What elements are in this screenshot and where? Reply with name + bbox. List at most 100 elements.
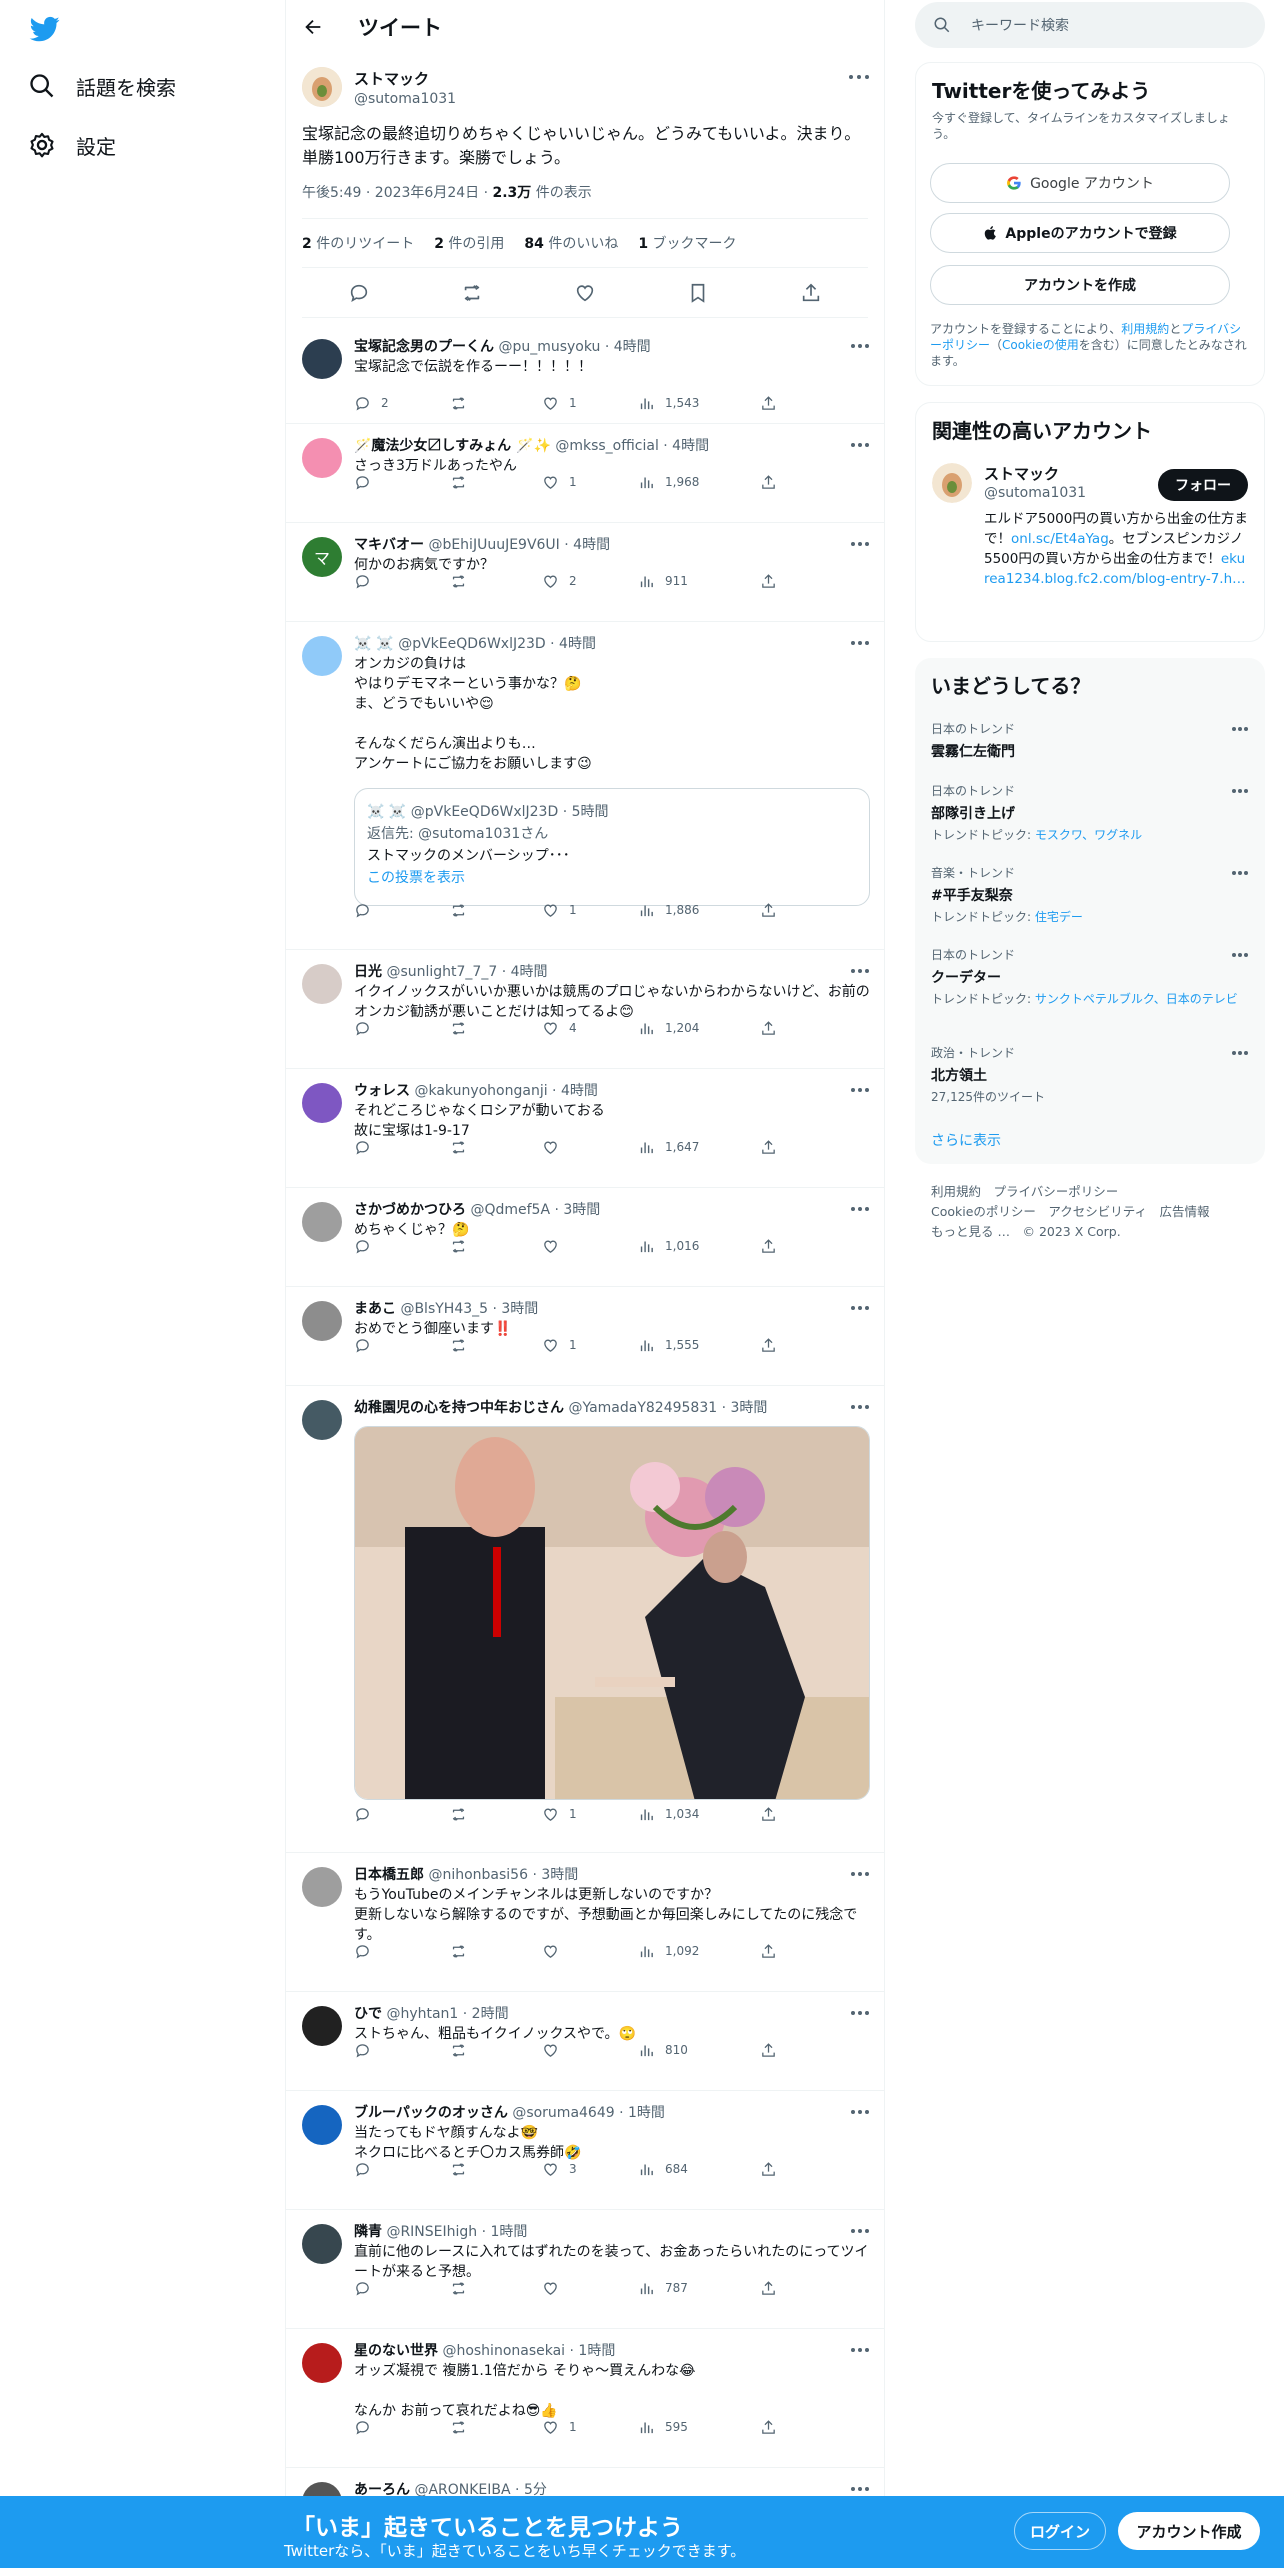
avatar[interactable] (302, 964, 342, 1004)
more-icon[interactable] (850, 1206, 870, 1212)
reply-author-name[interactable]: 日光 (354, 964, 382, 980)
reply-tweet[interactable]: 隣青 @RINSEIhigh · 1時間 直前に他のレースに入れてはずれたのを装っ… (286, 2210, 884, 2329)
share-action[interactable] (760, 1018, 787, 1038)
reply-author-handle[interactable]: @pVkEeQD6WxlJ23D · 4時間 (398, 636, 596, 652)
trend-item[interactable]: 日本のトレンド クーデター トレンドトピック: サンクトペテルブルク、日本のテレビ (931, 946, 1249, 1007)
more-icon[interactable] (850, 541, 870, 547)
views-action[interactable]: 911 (638, 571, 688, 591)
like-action[interactable] (542, 1137, 569, 1157)
search-bar[interactable]: キーワード検索 (915, 2, 1265, 48)
retweet-action[interactable] (450, 2417, 477, 2437)
views-action[interactable]: 1,034 (638, 1804, 699, 1824)
poll-link[interactable]: この投票を表示 (367, 867, 857, 889)
like-action[interactable]: 1 (542, 900, 577, 920)
reply-author-name[interactable]: 宝塚記念男のプーくん (354, 339, 494, 355)
reply-action[interactable] (354, 2417, 381, 2437)
tweet-time[interactable]: 午後5:49 · 2023年6月24日 · (302, 185, 493, 201)
reply-tweet[interactable]: ブルーパックのオッさん @soruma4649 · 1時間 当たってもドヤ顔すんな… (286, 2091, 884, 2210)
more-icon[interactable] (850, 968, 870, 974)
reply-tweet[interactable]: ☠️ ☠️ @pVkEeQD6WxlJ23D · 4時間 オンカジの負けは やはり… (286, 622, 884, 950)
terms-link[interactable]: 利用規約 (1121, 322, 1169, 336)
reply-author-name[interactable]: 日本橋五郎 (354, 1867, 424, 1883)
reply-tweet[interactable]: 日光 @sunlight7_7_7 · 4時間 イクイノックスがいいか悪いかは競馬… (286, 950, 884, 1069)
more-icon[interactable] (1231, 870, 1249, 876)
avatar[interactable] (302, 1083, 342, 1123)
reply-author-handle[interactable]: @YamadaY82495831 · 3時間 (568, 1400, 767, 1416)
share-action[interactable] (760, 472, 787, 492)
more-icon[interactable] (1231, 788, 1249, 794)
share-action[interactable] (760, 2278, 787, 2298)
share-action[interactable] (760, 571, 787, 591)
follow-button[interactable]: フォロー (1158, 469, 1248, 501)
like-action[interactable]: 2 (542, 571, 577, 591)
bookmark-icon[interactable] (687, 282, 709, 304)
avatar[interactable] (302, 2343, 342, 2383)
reply-icon[interactable] (348, 282, 370, 304)
reply-author-handle[interactable]: @BlsYH43_5 · 3時間 (400, 1301, 538, 1317)
more-icon[interactable] (850, 1305, 870, 1311)
reply-action[interactable] (354, 571, 381, 591)
more-icon[interactable] (850, 1871, 870, 1877)
share-action[interactable] (760, 1941, 787, 1961)
google-signup-button[interactable]: Google アカウント (930, 163, 1230, 203)
reply-author-handle[interactable]: @pu_musyoku · 4時間 (498, 339, 650, 355)
reply-author-name[interactable]: ブルーパックのオッさん (354, 2105, 508, 2121)
like-action[interactable]: 1 (542, 2417, 577, 2437)
reply-action[interactable] (354, 2159, 381, 2179)
reply-author-handle[interactable]: @Qdmef5A · 3時間 (470, 1202, 600, 1218)
views-action[interactable]: 1,968 (638, 472, 699, 492)
reply-author-name[interactable]: ウォレス (354, 1083, 410, 1099)
avatar[interactable] (302, 2224, 342, 2264)
retweet-action[interactable] (450, 1137, 477, 1157)
related-name[interactable]: ストマック (984, 463, 1059, 484)
author-name[interactable]: ストマック (354, 68, 456, 89)
more-icon[interactable] (850, 2228, 870, 2234)
show-more-link[interactable]: さらに表示 (931, 1130, 1001, 1150)
create-account-button[interactable]: アカウントを作成 (930, 265, 1230, 305)
reply-author-name[interactable]: さかづめかつひろ (354, 1202, 466, 1218)
reply-tweet[interactable]: 幼稚園児の心を持つ中年おじさん @YamadaY82495831 · 3時間 1 1… (286, 1386, 884, 1853)
reply-tweet[interactable]: ひで @hyhtan1 · 2時間 ストちゃん、粗品もイクイノックスやで。🙄 810 (286, 1992, 884, 2091)
reply-action[interactable] (354, 1018, 381, 1038)
share-action[interactable] (760, 2040, 787, 2060)
reply-tweet[interactable]: 宝塚記念男のプーくん @pu_musyoku · 4時間 宝塚記念で伝説を作るーー… (286, 325, 884, 424)
views-action[interactable]: 684 (638, 2159, 688, 2179)
reply-action[interactable] (354, 2278, 381, 2298)
reply-tweet[interactable]: 星のない世界 @hoshinonasekai · 1時間 オッズ凝視で 複勝1.1… (286, 2329, 884, 2468)
more-icon[interactable] (848, 72, 870, 82)
retweet-action[interactable] (450, 2159, 477, 2179)
avatar[interactable] (302, 1867, 342, 1907)
quote-stat[interactable]: 2 件の引用 (434, 233, 504, 253)
like-stat[interactable]: 84 件のいいね (524, 233, 618, 253)
views-action[interactable]: 1,555 (638, 1335, 699, 1355)
login-button[interactable]: ログイン (1014, 2512, 1106, 2550)
reply-author-handle[interactable]: @soruma4649 · 1時間 (512, 2105, 665, 2121)
like-action[interactable]: 3 (542, 2159, 577, 2179)
reply-author-name[interactable]: 星のない世界 (354, 2343, 438, 2359)
reply-author-handle[interactable]: @bEhiJUuuJE9V6UI · 4時間 (428, 537, 610, 553)
share-action[interactable] (760, 1236, 787, 1256)
reply-action[interactable] (354, 1137, 381, 1157)
retweet-action[interactable] (450, 900, 477, 920)
trend-item[interactable]: 日本のトレンド 雲霧仁左衛門 (931, 720, 1249, 761)
views-action[interactable]: 787 (638, 2278, 688, 2298)
like-action[interactable] (542, 1236, 569, 1256)
avatar[interactable] (302, 2105, 342, 2145)
back-arrow-icon[interactable] (302, 16, 324, 38)
nav-settings[interactable]: 設定 (28, 125, 116, 165)
views-action[interactable]: 1,647 (638, 1137, 699, 1157)
retweet-action[interactable] (450, 1018, 477, 1038)
like-icon[interactable] (574, 282, 596, 304)
reply-author-handle[interactable]: @sunlight7_7_7 · 4時間 (386, 964, 547, 980)
reply-tweet[interactable]: まあこ @BlsYH43_5 · 3時間 おめでとう御座います‼️ 1 1,555 (286, 1287, 884, 1386)
trend-item[interactable]: 日本のトレンド 部隊引き上げ トレンドトピック: モスクワ、ワグネル (931, 782, 1249, 843)
reply-author-name[interactable]: ひで (354, 2006, 382, 2022)
related-handle[interactable]: @sutoma1031 (984, 485, 1086, 501)
share-action[interactable] (760, 1804, 787, 1824)
retweet-action[interactable] (450, 1941, 477, 1961)
avatar[interactable] (302, 1301, 342, 1341)
reply-author-name[interactable]: 隣青 (354, 2224, 382, 2240)
cookie-link[interactable]: Cookieの使用 (1002, 338, 1079, 352)
author-handle[interactable]: @sutoma1031 (354, 91, 456, 107)
retweet-stat[interactable]: 2 件のリツイート (302, 233, 414, 253)
